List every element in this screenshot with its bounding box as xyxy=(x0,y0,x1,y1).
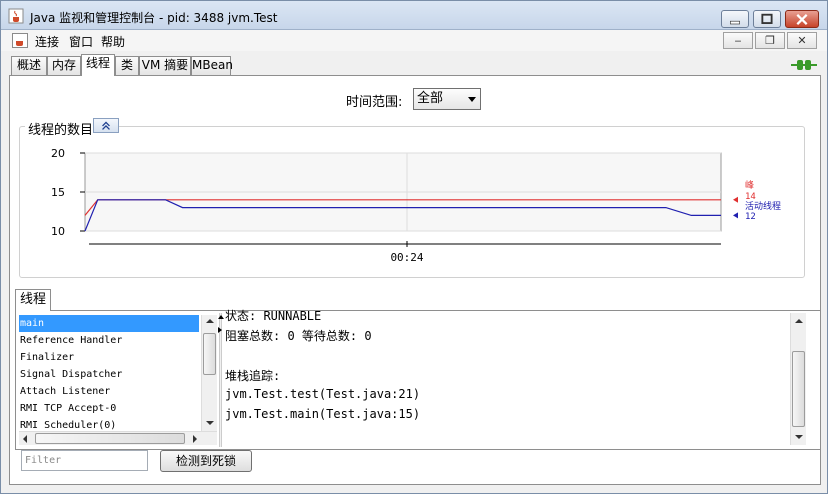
detect-deadlock-button[interactable]: 检测到死锁 xyxy=(160,450,252,472)
inner-close-button[interactable]: ✕ xyxy=(787,32,817,49)
menu-window[interactable]: 窗口 xyxy=(69,33,93,50)
scroll-left-icon[interactable] xyxy=(23,435,27,443)
y-tick-label: 20 xyxy=(51,147,65,160)
scroll-thumb[interactable] xyxy=(203,333,216,375)
menu-help[interactable]: 帮助 xyxy=(101,33,125,50)
time-range-value: 全部 xyxy=(417,91,444,106)
thread-state: 状态: RUNNABLE xyxy=(225,309,322,323)
chevron-down-icon xyxy=(468,97,476,102)
thread-block-wait-counts: 阻塞总数: 0 等待总数: 0 xyxy=(225,329,372,343)
collapse-button[interactable] xyxy=(93,118,119,133)
thread-list-hscrollbar[interactable] xyxy=(19,431,217,445)
split-divider[interactable] xyxy=(219,313,222,447)
legend-live-marker xyxy=(733,212,738,219)
legend-peak-value: 14 xyxy=(745,192,756,202)
tab-memory[interactable]: 内存 xyxy=(47,56,81,75)
app-window: Java 监视和管理控制台 - pid: 3488 jvm.Test 连接 窗口… xyxy=(0,0,828,494)
divider-right-icon[interactable] xyxy=(218,327,222,333)
legend-live-value: 12 xyxy=(745,212,756,222)
close-icon xyxy=(796,13,808,25)
scroll-thumb[interactable] xyxy=(35,433,185,444)
thread-list-item[interactable]: main xyxy=(19,315,199,332)
y-tick-label: 15 xyxy=(51,186,65,199)
y-tick-label: 10 xyxy=(51,225,65,238)
thread-list-item[interactable]: Signal Dispatcher xyxy=(19,366,199,383)
legend-peak-marker xyxy=(733,196,738,203)
stack-frame: jvm.Test.main(Test.java:15) xyxy=(225,407,421,421)
x-tick-label: 00:24 xyxy=(390,251,423,264)
legend-live-label: 活动线程 xyxy=(745,200,781,212)
maximize-button[interactable] xyxy=(753,10,781,28)
tab-mbean[interactable]: MBean xyxy=(191,56,233,75)
java-cup-icon xyxy=(12,33,28,48)
thread-list[interactable]: main Reference Handler Finalizer Signal Dis… xyxy=(19,315,199,431)
window-title: Java 监视和管理控制台 - pid: 3488 jvm.Test xyxy=(30,11,278,25)
scroll-thumb[interactable] xyxy=(792,351,805,427)
time-range-select[interactable]: 全部 xyxy=(413,88,481,110)
thread-list-item[interactable]: Reference Handler xyxy=(19,332,199,349)
legend-peak-label: 峰 xyxy=(745,180,754,191)
time-range-label: 时间范围: xyxy=(346,95,403,110)
menu-connect[interactable]: 连接 xyxy=(35,33,59,50)
tab-threads[interactable]: 线程 xyxy=(81,54,115,76)
thread-list-item[interactable]: RMI Scheduler(0) xyxy=(19,417,199,431)
scroll-down-icon[interactable] xyxy=(795,435,803,439)
collapse-up-icon xyxy=(102,121,110,130)
java-cup-icon xyxy=(8,8,24,24)
minimize-icon xyxy=(730,20,740,25)
tab-thread-list[interactable]: 线程 xyxy=(15,289,51,311)
tab-classes[interactable]: 类 xyxy=(115,56,139,75)
scroll-down-icon[interactable] xyxy=(206,421,214,425)
thread-detail: 状态: RUNNABLE 阻塞总数: 0 等待总数: 0 堆栈追踪: jvm.T… xyxy=(223,307,789,447)
thread-count-chart: 10 15 20 00:24 峰14活动线程12 xyxy=(51,147,781,264)
tab-overview[interactable]: 概述 xyxy=(11,56,47,75)
thread-list-item[interactable]: RMI TCP Accept-0 xyxy=(19,400,199,417)
stack-frame: jvm.Test.test(Test.java:21) xyxy=(225,387,421,401)
tab-vm-summary[interactable]: VM 摘要 xyxy=(139,56,191,75)
inner-minimize-button[interactable]: ‒ xyxy=(723,32,753,49)
scroll-right-icon[interactable] xyxy=(193,435,197,443)
scroll-up-icon[interactable] xyxy=(795,319,803,323)
connection-plug-icon[interactable] xyxy=(791,57,817,73)
stack-trace-label: 堆栈追踪: xyxy=(225,369,281,383)
close-button[interactable] xyxy=(785,10,819,28)
minimize-button[interactable] xyxy=(721,10,749,28)
thread-list-vscrollbar[interactable] xyxy=(201,315,217,431)
filter-input[interactable]: Filter xyxy=(21,450,148,471)
scroll-up-icon[interactable] xyxy=(206,319,214,323)
thread-list-item[interactable]: Finalizer xyxy=(19,349,199,366)
maximize-icon xyxy=(761,13,773,24)
detail-vscrollbar[interactable] xyxy=(790,313,806,445)
thread-list-item[interactable]: Attach Listener xyxy=(19,383,199,400)
inner-restore-button[interactable]: ❐ xyxy=(755,32,785,49)
